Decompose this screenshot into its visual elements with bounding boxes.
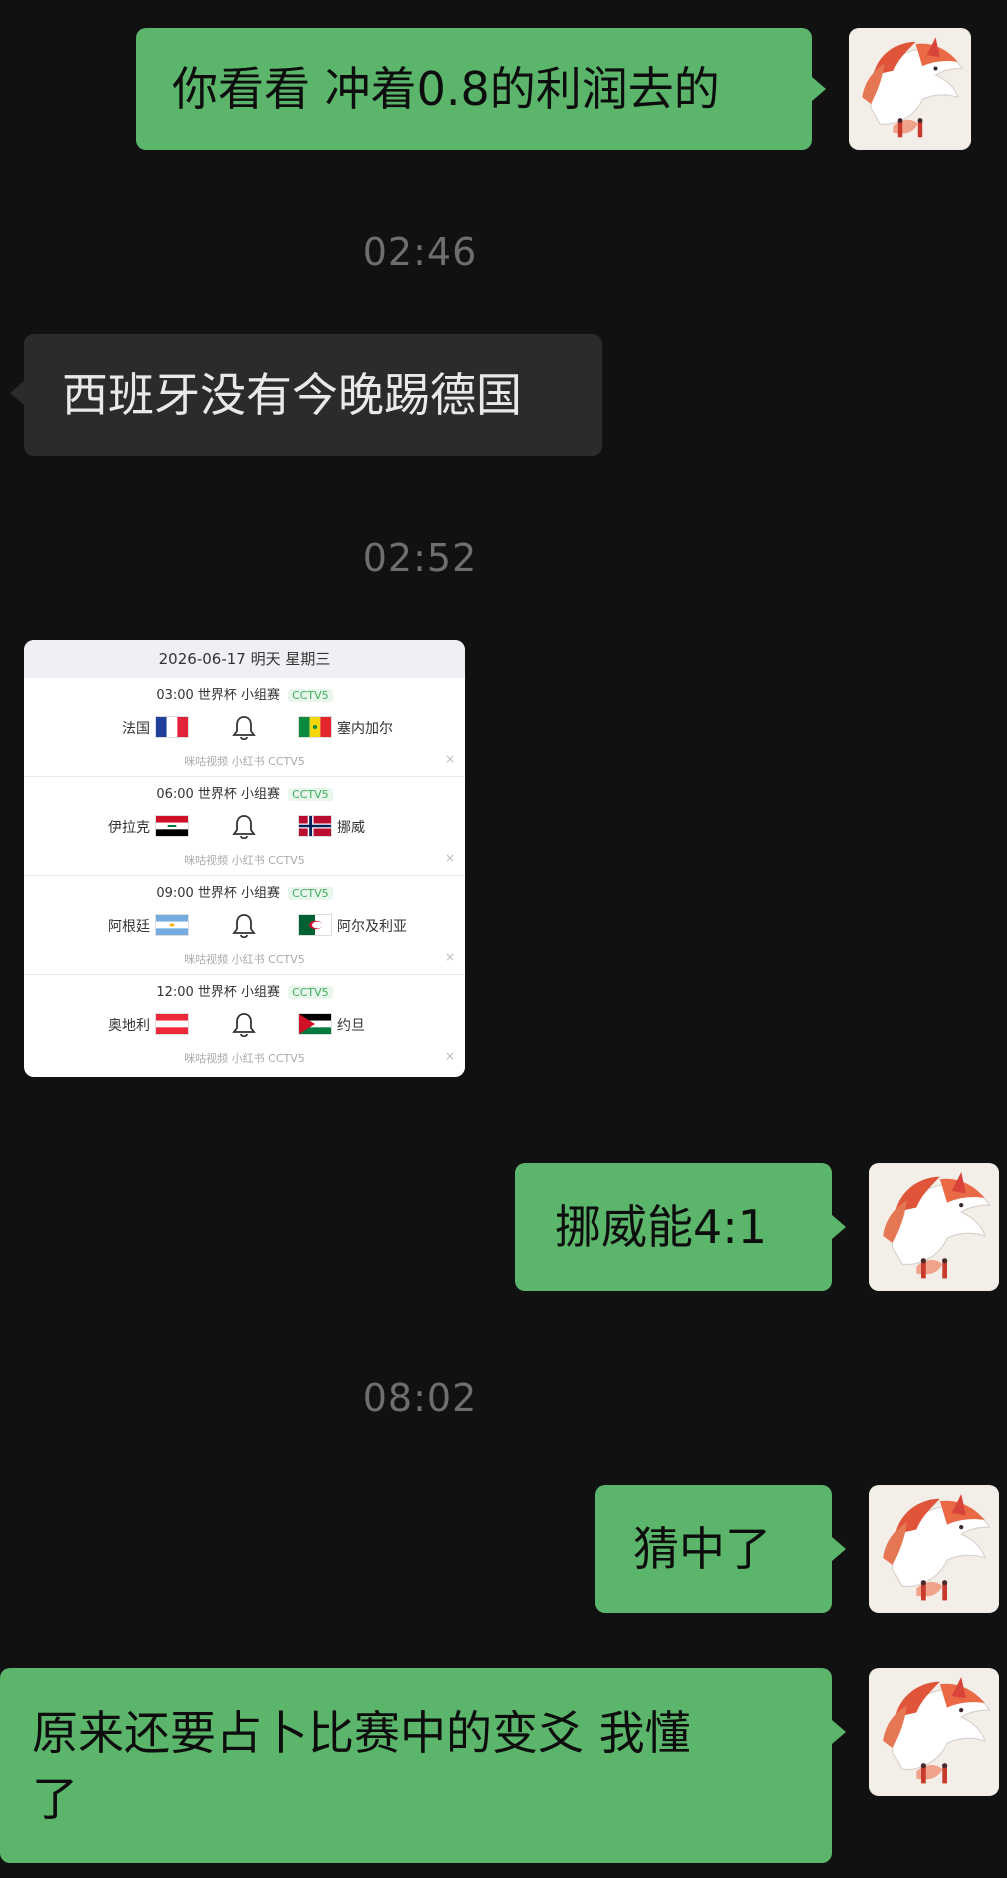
away-team: 挪威 [337,820,365,836]
timestamp: 08:02 [362,1376,478,1420]
close-icon[interactable]: × [445,851,455,865]
bubble-tail [812,77,826,101]
match-time-league: 06:00 世界杯 小组赛 [156,787,281,802]
message-text: 你看看 冲着0.8的利润去的 [172,62,720,116]
broadcast-sources: 咪咕视频 小红书 CCTV5 [184,1052,305,1065]
match-time-league: 09:00 世界杯 小组赛 [156,886,281,901]
timestamp: 02:46 [362,230,478,274]
france-flag-icon [155,716,189,738]
match-row: 03:00 世界杯 小组赛 CCTV5 法国 塞内加尔 咪咕视频 小红书 CCTV… [24,678,465,777]
timestamp: 02:52 [362,536,478,580]
bubble-tail [832,1720,846,1744]
message-bubble[interactable]: 西班牙没有今晚踢德国 [24,334,602,456]
argentina-flag-icon [155,914,189,936]
broadcast-sources: 咪咕视频 小红书 CCTV5 [184,854,305,867]
channel-badge: CCTV5 [288,689,333,702]
bell-icon[interactable] [231,912,257,940]
austria-flag-icon [155,1013,189,1035]
fox-avatar-icon [869,1486,999,1612]
avatar[interactable] [869,1668,999,1796]
close-icon[interactable]: × [445,752,455,766]
home-team: 奥地利 [108,1018,150,1034]
algeria-flag-icon [298,914,332,936]
away-team: 阿尔及利亚 [337,919,407,935]
message-bubble[interactable]: 猜中了 [595,1485,832,1613]
bell-icon[interactable] [231,1011,257,1039]
match-row: 06:00 世界杯 小组赛 CCTV5 伊拉克 挪威 咪咕视频 小红书 CCTV5… [24,777,465,876]
message-text: 挪威能4:1 [555,1200,768,1254]
match-time-league: 12:00 世界杯 小组赛 [156,985,281,1000]
fox-avatar-icon [869,1669,999,1795]
fox-avatar-icon [869,1164,999,1290]
bubble-tail [10,381,24,405]
away-team: 约旦 [337,1018,365,1034]
broadcast-sources: 咪咕视频 小红书 CCTV5 [184,755,305,768]
broadcast-sources: 咪咕视频 小红书 CCTV5 [184,953,305,966]
avatar[interactable] [869,1485,999,1613]
bubble-tail [832,1215,846,1239]
fox-avatar-icon [849,30,971,148]
channel-badge: CCTV5 [288,986,333,999]
match-row: 12:00 世界杯 小组赛 CCTV5 奥地利 约旦 咪咕视频 小红书 CCTV5… [24,975,465,1073]
message-bubble[interactable]: 你看看 冲着0.8的利润去的 [136,28,812,150]
match-row: 09:00 世界杯 小组赛 CCTV5 阿根廷 阿尔及利亚 咪咕视频 小红书 CC… [24,876,465,975]
home-team: 阿根廷 [108,919,150,935]
image-message[interactable]: 2026-06-17 明天 星期三 03:00 世界杯 小组赛 CCTV5 法国 … [24,640,465,1077]
message-bubble[interactable]: 挪威能4:1 [515,1163,832,1291]
channel-badge: CCTV5 [288,788,333,801]
avatar[interactable] [869,1163,999,1291]
message-text: 西班牙没有今晚踢德国 [62,368,522,422]
message-bubble[interactable]: 原来还要占卜比赛中的变爻 我懂 了 [0,1668,832,1863]
bubble-tail [832,1537,846,1561]
message-text: 原来还要占卜比赛中的变爻 我懂 了 [32,1705,691,1826]
match-time-league: 03:00 世界杯 小组赛 [156,688,281,703]
schedule-date-header: 2026-06-17 明天 星期三 [24,640,465,678]
bell-icon[interactable] [231,714,257,742]
home-team: 法国 [122,721,150,737]
channel-badge: CCTV5 [288,887,333,900]
home-team: 伊拉克 [108,820,150,836]
senegal-flag-icon [298,716,332,738]
away-team: 塞内加尔 [337,721,393,737]
message-text: 猜中了 [633,1522,771,1576]
iraq-flag-icon [155,815,189,837]
jordan-flag-icon [298,1013,332,1035]
avatar[interactable] [849,28,971,150]
close-icon[interactable]: × [445,1049,455,1063]
norway-flag-icon [298,815,332,837]
bell-icon[interactable] [231,813,257,841]
close-icon[interactable]: × [445,950,455,964]
